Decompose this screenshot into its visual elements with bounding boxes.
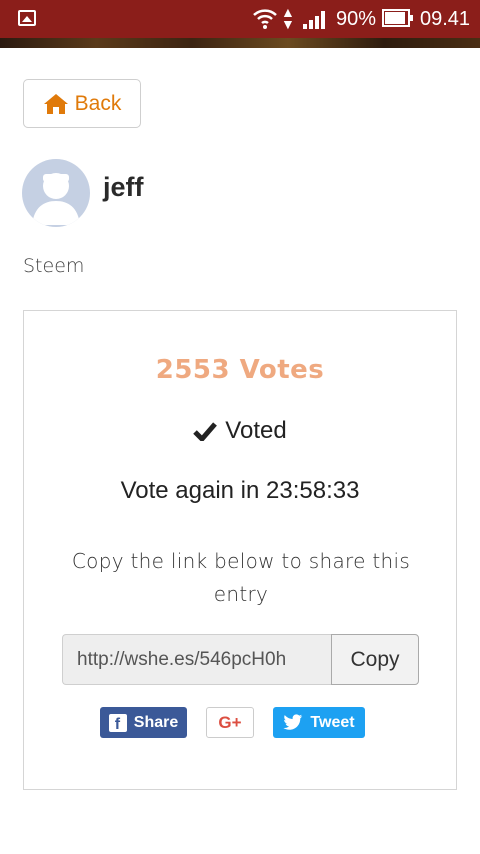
- username[interactable]: jeff: [103, 172, 144, 203]
- wifi-icon: [253, 9, 277, 29]
- checkmark-icon: [193, 422, 218, 441]
- data-arrows-icon: ▲ ▼: [281, 4, 295, 32]
- battery-percent: 90%: [336, 8, 377, 30]
- vote-card: 2553 Votes Voted Vote again in 23:58:33 …: [23, 310, 457, 790]
- google-plus-button[interactable]: G+: [206, 707, 254, 738]
- back-button-label: Back: [74, 91, 122, 115]
- category-label: Steem: [23, 255, 85, 277]
- battery-icon: [382, 9, 413, 27]
- signal-icon: [303, 11, 325, 29]
- back-button[interactable]: Back: [23, 79, 141, 128]
- facebook-share-button[interactable]: f Share: [100, 707, 187, 738]
- share-instruction: Copy the link below to share this entry: [71, 549, 411, 606]
- header-banner-strip: [0, 38, 480, 48]
- twitter-tweet-label: Tweet: [310, 713, 355, 731]
- status-time: 09.41: [420, 8, 471, 30]
- facebook-share-label: Share: [133, 713, 179, 731]
- copy-button[interactable]: Copy: [331, 634, 419, 685]
- default-user-icon: [32, 173, 80, 225]
- home-icon: [43, 93, 68, 114]
- voted-label: Voted: [225, 417, 287, 444]
- avatar[interactable]: [22, 159, 90, 227]
- google-plus-label: G+: [218, 712, 242, 732]
- votes-count: 2553 Votes: [155, 355, 325, 385]
- vote-again-countdown: Vote again in 23:58:33: [120, 477, 360, 504]
- facebook-icon: f: [108, 713, 127, 733]
- twitter-bird-icon: [283, 714, 303, 730]
- share-link-field[interactable]: http://wshe.es/546pcH0h: [62, 634, 331, 685]
- twitter-tweet-button[interactable]: Tweet: [273, 707, 365, 738]
- status-bar: ▲ ▼ 90% 09.41: [0, 0, 480, 38]
- voted-status: Voted: [24, 417, 456, 445]
- share-link-group: http://wshe.es/546pcH0h Copy: [62, 634, 419, 685]
- gallery-icon: [18, 10, 36, 26]
